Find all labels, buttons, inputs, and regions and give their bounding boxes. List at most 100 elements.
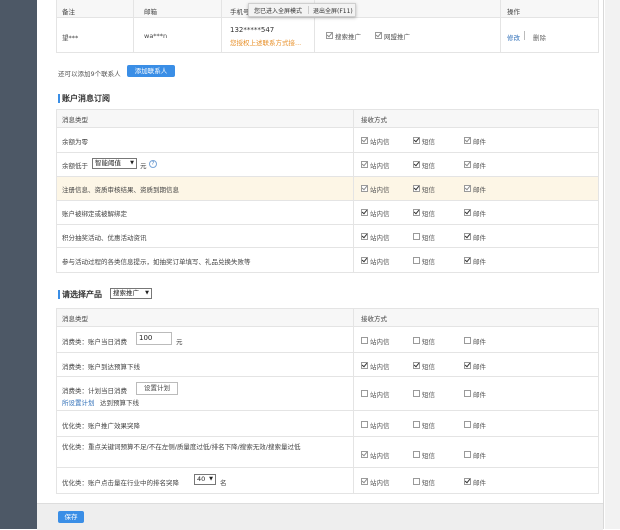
product-select[interactable]: 搜索推广 ▼ — [110, 288, 152, 299]
chevron-down-icon: ▼ — [130, 160, 134, 166]
email-label: 邮件 — [473, 234, 486, 242]
email-checkbox[interactable] — [464, 137, 471, 144]
sms-checkbox[interactable] — [413, 390, 420, 397]
email-label: 邮件 — [473, 479, 486, 487]
email-checkbox[interactable] — [464, 421, 471, 428]
promo-search-checkbox[interactable] — [326, 32, 333, 39]
site-msg-checkbox[interactable] — [361, 233, 368, 240]
promo-network-checkbox[interactable] — [375, 32, 382, 39]
site-msg-checkbox[interactable] — [361, 137, 368, 144]
promo-network-label: 网盟推广 — [384, 33, 410, 41]
contact-phone: 132*****547 — [230, 26, 275, 34]
product-row-label-pre: 优化类：账户点击量在行业中的排名突降 — [62, 479, 179, 487]
promo-search-label: 搜索推广 — [335, 33, 361, 41]
site-msg-checkbox[interactable] — [361, 161, 368, 168]
delete-link[interactable]: 删除 — [533, 32, 546, 42]
account-row-label: 余额为零 — [62, 138, 88, 146]
email-checkbox[interactable] — [464, 362, 471, 369]
sms-checkbox[interactable] — [413, 478, 420, 485]
sms-checkbox[interactable] — [413, 161, 420, 168]
site-msg-checkbox[interactable] — [361, 209, 368, 216]
site-msg-label: 站内信 — [370, 186, 390, 194]
section-marker — [58, 94, 60, 103]
site-msg-label: 站内信 — [370, 138, 390, 146]
product-row-label-pre: 消费类：计划当日消费 — [62, 387, 127, 395]
sms-label: 短信 — [422, 479, 435, 487]
add-contact-hint: 还可以添加9个联系人 — [58, 70, 121, 78]
sms-checkbox[interactable] — [413, 185, 420, 192]
set-plan-link[interactable]: 所设置计划 — [62, 397, 95, 407]
site-msg-checkbox[interactable] — [361, 257, 368, 264]
add-contact-button[interactable]: 添加联系人 — [127, 65, 175, 77]
product-row-line2: 达到预算下线 — [100, 399, 139, 407]
sms-checkbox[interactable] — [413, 257, 420, 264]
site-msg-label: 站内信 — [370, 162, 390, 170]
account-row-label: 积分抽奖活动、优惠活动资讯 — [62, 234, 147, 242]
sms-checkbox[interactable] — [413, 137, 420, 144]
sms-checkbox[interactable] — [413, 451, 420, 458]
scrollbar-track[interactable] — [605, 0, 620, 529]
balance-threshold-value: 智能阈值 — [95, 159, 121, 167]
email-label: 邮件 — [473, 452, 486, 460]
product-row-label: 优化类：重点关键词预算不足/不在左侧/质量度过低/排名下降/搜索无效/搜索量过低 — [62, 443, 301, 451]
balance-threshold-select[interactable]: 智能阈值 ▼ — [92, 158, 137, 169]
daily-spend-input[interactable]: 100 — [136, 332, 172, 345]
site-msg-checkbox[interactable] — [361, 337, 368, 344]
sms-checkbox[interactable] — [413, 337, 420, 344]
sms-label: 短信 — [422, 162, 435, 170]
product-header-method: 接收方式 — [361, 315, 387, 323]
header-action: 操作 — [507, 8, 520, 16]
email-checkbox[interactable] — [464, 337, 471, 344]
sms-checkbox[interactable] — [413, 362, 420, 369]
account-table-header — [56, 109, 599, 127]
account-row-label: 账户被绑定或被解绑定 — [62, 210, 127, 218]
help-icon[interactable]: ? — [149, 160, 157, 168]
product-header-type: 消息类型 — [62, 315, 88, 323]
email-checkbox[interactable] — [464, 478, 471, 485]
email-checkbox[interactable] — [464, 257, 471, 264]
sms-label: 短信 — [422, 138, 435, 146]
email-checkbox[interactable] — [464, 451, 471, 458]
email-checkbox[interactable] — [464, 185, 471, 192]
right-divider — [603, 0, 604, 529]
ranking-drop-value: 40 — [197, 475, 206, 483]
contact-remark: 望*** — [62, 34, 79, 42]
email-checkbox[interactable] — [464, 390, 471, 397]
site-msg-label: 站内信 — [370, 363, 390, 371]
email-checkbox[interactable] — [464, 209, 471, 216]
sms-label: 短信 — [422, 186, 435, 194]
product-row-label-post: 名 — [220, 479, 227, 487]
site-msg-checkbox[interactable] — [361, 185, 368, 192]
site-msg-checkbox[interactable] — [361, 362, 368, 369]
site-msg-checkbox[interactable] — [361, 421, 368, 428]
sms-checkbox[interactable] — [413, 209, 420, 216]
set-plan-button[interactable]: 设置计划 — [136, 382, 178, 395]
sms-label: 短信 — [422, 363, 435, 371]
account-section-title: 账户消息订阅 — [62, 94, 110, 103]
contact-email: wa***n — [144, 32, 168, 40]
chevron-down-icon: ▼ — [145, 290, 149, 296]
edit-link[interactable]: 修改 — [507, 32, 520, 42]
footer-bar — [37, 503, 603, 530]
ranking-drop-select[interactable]: 40 ▼ — [194, 474, 216, 485]
site-msg-label: 站内信 — [370, 391, 390, 399]
account-header-type: 消息类型 — [62, 116, 88, 124]
site-msg-checkbox[interactable] — [361, 478, 368, 485]
email-label: 邮件 — [473, 258, 486, 266]
save-button[interactable]: 保存 — [58, 511, 84, 523]
email-label: 邮件 — [473, 186, 486, 194]
exit-fullscreen-hint[interactable]: 退出全屏(F11) — [313, 6, 353, 15]
email-checkbox[interactable] — [464, 233, 471, 240]
header-phone: 手机号 — [230, 8, 250, 16]
site-msg-checkbox[interactable] — [361, 451, 368, 458]
sms-checkbox[interactable] — [413, 421, 420, 428]
site-msg-checkbox[interactable] — [361, 390, 368, 397]
sms-label: 短信 — [422, 258, 435, 266]
site-msg-label: 站内信 — [370, 258, 390, 266]
fullscreen-tooltip-text: 您已进入全屏模式 — [254, 8, 303, 15]
action-separator — [524, 31, 525, 40]
email-label: 邮件 — [473, 363, 486, 371]
sms-checkbox[interactable] — [413, 233, 420, 240]
email-checkbox[interactable] — [464, 161, 471, 168]
site-msg-label: 站内信 — [370, 479, 390, 487]
